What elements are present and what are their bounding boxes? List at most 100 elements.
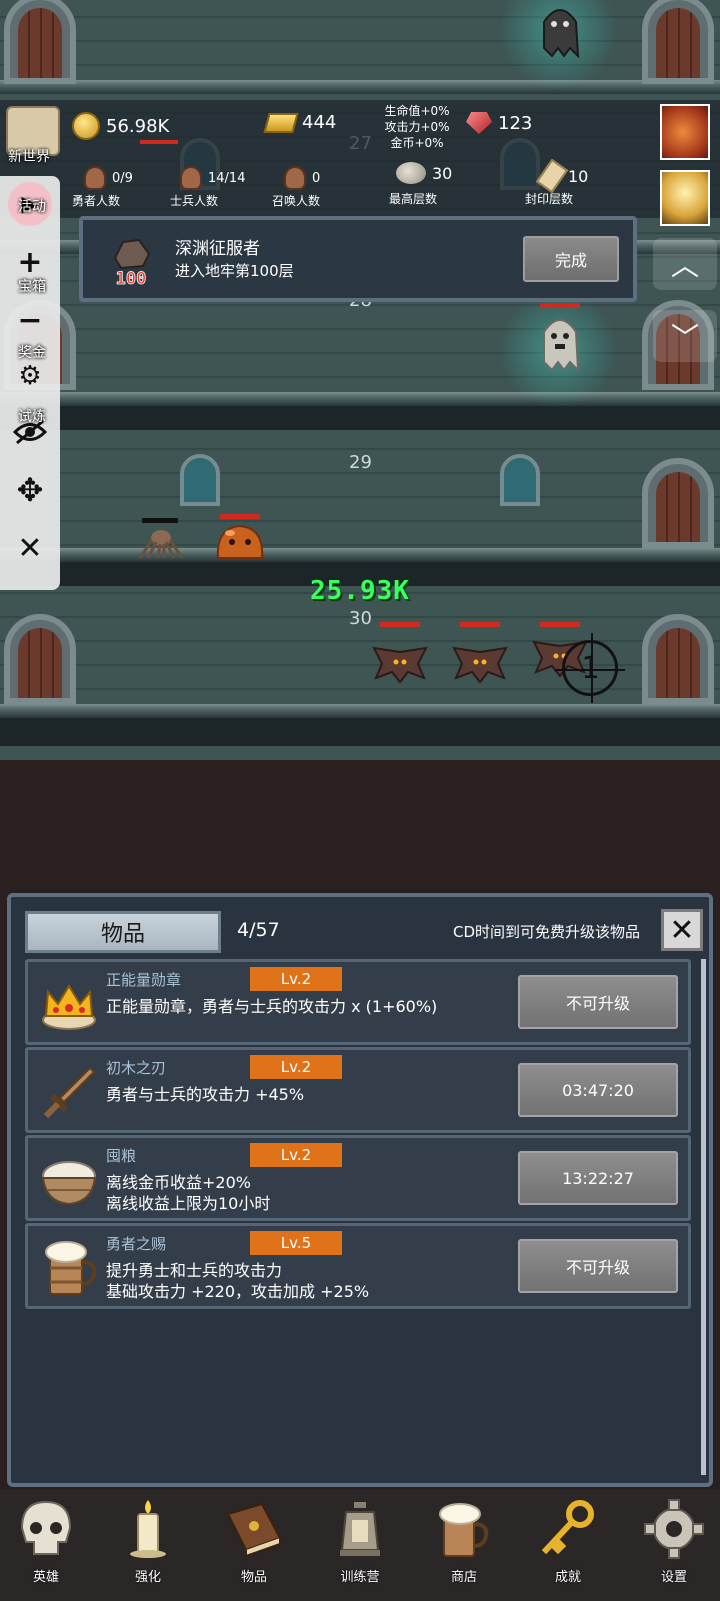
item-desc-line: 勇者与士兵的攻击力 +45% <box>106 1085 305 1104</box>
sealed-floor-counter: 10 <box>535 158 588 194</box>
slime-enemy[interactable] <box>214 522 266 560</box>
floor-ledge <box>0 548 720 562</box>
nav-label: 训练营 <box>340 1570 380 1585</box>
scroll-down-button[interactable]: ﹀ <box>653 310 717 362</box>
dungeon-door <box>642 0 714 84</box>
scroll-up-button[interactable]: ︿ <box>653 238 717 290</box>
nav-label: 强化 <box>134 1570 161 1585</box>
soldier-label: 士兵人数 <box>169 194 218 208</box>
bat-enemy[interactable] <box>452 642 508 686</box>
lantern-icon <box>340 1502 380 1556</box>
tool-column: ▶ + − ⚙ ✥ ✕ <box>0 176 60 590</box>
item-desc: 提升勇士和士兵的攻击力 基础攻击力 +220，攻击加成 +25% <box>106 1260 369 1302</box>
nav-achievements[interactable]: 成就 <box>528 1498 608 1594</box>
hero-count: 0/9 <box>112 170 133 186</box>
enemy-hp-bar <box>220 514 260 519</box>
move-button[interactable]: ✥ <box>8 468 52 512</box>
highest-floor-value: 30 <box>432 163 453 183</box>
candle-event-icon[interactable] <box>660 170 710 226</box>
nav-label: 设置 <box>660 1570 687 1585</box>
nav-items[interactable]: 物品 <box>214 1498 294 1594</box>
spider-enemy[interactable] <box>136 524 186 560</box>
item-desc: 正能量勋章，勇者与士兵的攻击力 x (1+60%) <box>106 996 437 1017</box>
coin-counter: 56.98K <box>72 112 169 140</box>
sealed-floor-label: 封印层数 <box>524 192 573 206</box>
coin-value: 56.98K <box>106 115 170 137</box>
new-world-label: 新世界 <box>8 149 50 165</box>
item-name: 勇者之赐 <box>106 1235 167 1253</box>
gem-value: 123 <box>498 112 533 134</box>
soldier-count: 14/14 <box>208 170 246 186</box>
achievement-complete-button[interactable]: 完成 <box>523 236 619 282</box>
crosshair-number: 1 <box>580 650 600 686</box>
chevron-down-icon: ﹀ <box>670 321 699 354</box>
beer-mug-icon <box>45 1241 97 1295</box>
enemy-hp-bar <box>142 518 178 523</box>
enemy-hp-bar <box>540 622 580 627</box>
scroll-icon <box>535 158 569 194</box>
hero-counter: 0/9 <box>84 166 133 190</box>
ghost-enemy[interactable] <box>540 312 580 372</box>
panel-scrollbar[interactable] <box>701 959 706 1475</box>
target-crosshair[interactable]: 1 <box>555 633 625 703</box>
item-desc-line: 提升勇士和士兵的攻击力 <box>106 1261 283 1280</box>
achievement-toast: 100 深渊征服者 进入地牢第100层 完成 <box>79 216 637 302</box>
bottom-nav: 英雄 强化 物品 训练营 商店 成就 设置 <box>0 1490 720 1601</box>
close-icon: ✕ <box>669 912 695 948</box>
nav-label: 成就 <box>554 1570 581 1585</box>
hp-buff: 生命值+0% <box>384 104 450 118</box>
upgrade-timer-button[interactable]: 13:22:27 <box>518 1151 678 1205</box>
item-row: 囤粮 Lv.2 离线金币收益+20% 离线收益上限为10小时 13:22:27 <box>25 1135 691 1221</box>
item-level-badge: Lv.2 <box>250 1055 342 1079</box>
close-panel-button[interactable]: ✕ <box>661 909 703 951</box>
key-icon <box>541 1500 594 1555</box>
floor-ledge <box>0 704 720 718</box>
floor-number: 29 <box>349 452 372 473</box>
rice-bowl-icon <box>41 1161 97 1206</box>
status-hud: 56.98K 444 生命值+0% 攻击力+0% 金币+0% 123 0/9 勇… <box>0 100 720 218</box>
upgrade-timer-button[interactable]: 03:47:20 <box>518 1063 678 1117</box>
item-level-badge: Lv.2 <box>250 967 342 991</box>
achievement-badge-text: 100 <box>116 269 147 288</box>
summon-icon <box>284 166 306 190</box>
activity-label: 活动 <box>18 199 46 215</box>
item-count: 4/57 <box>237 919 280 941</box>
pumpkin-event-icon[interactable] <box>660 104 710 160</box>
nav-label: 物品 <box>240 1570 267 1585</box>
bat-enemy[interactable] <box>372 642 428 686</box>
panel-title: 物品 <box>25 911 221 953</box>
enemy-hp-bar <box>460 622 500 627</box>
gem-counter: 123 <box>466 112 532 134</box>
hero-label: 勇者人数 <box>71 194 120 208</box>
nav-training[interactable]: 训练营 <box>320 1498 400 1594</box>
skull-icon <box>20 1500 72 1555</box>
close-tools-button[interactable]: ✕ <box>8 526 52 570</box>
game-scene[interactable]: 27 28 29 30 25.93K 1 <box>0 0 720 760</box>
dungeon-door <box>642 458 714 548</box>
beer-mug-icon <box>439 1503 489 1557</box>
nav-shop[interactable]: 商店 <box>424 1498 504 1594</box>
gold-buff: 金币+0% <box>390 136 444 150</box>
stone-icon <box>396 162 426 184</box>
ghost-enemy[interactable] <box>538 2 582 58</box>
dungeon-window <box>180 454 220 506</box>
zoom-out-button[interactable]: − <box>8 298 52 342</box>
nav-settings[interactable]: 设置 <box>634 1498 714 1594</box>
floor-number: 30 <box>349 608 372 629</box>
summon-label: 召唤人数 <box>271 194 320 208</box>
bonus-label: 奖金 <box>18 345 46 361</box>
dungeon-door <box>4 614 76 704</box>
upgrade-button[interactable]: 不可升级 <box>518 1239 678 1293</box>
item-desc-line: 离线收益上限为10小时 <box>106 1194 271 1213</box>
nav-enhance[interactable]: 强化 <box>108 1498 188 1594</box>
treasure-label: 宝箱 <box>18 279 46 295</box>
upgrade-button[interactable]: 不可升级 <box>518 975 678 1029</box>
highest-floor-label: 最高层数 <box>388 192 437 206</box>
chevron-up-icon: ︿ <box>670 249 699 282</box>
soldier-counter: 14/14 <box>180 166 245 190</box>
nav-heroes[interactable]: 英雄 <box>6 1498 86 1594</box>
sword-icon <box>43 1066 96 1119</box>
item-level-badge: Lv.5 <box>250 1231 342 1255</box>
item-row: 正能量勋章 Lv.2 正能量勋章，勇者与士兵的攻击力 x (1+60%) 不可升… <box>25 959 691 1045</box>
atk-buff: 攻击力+0% <box>384 120 450 134</box>
